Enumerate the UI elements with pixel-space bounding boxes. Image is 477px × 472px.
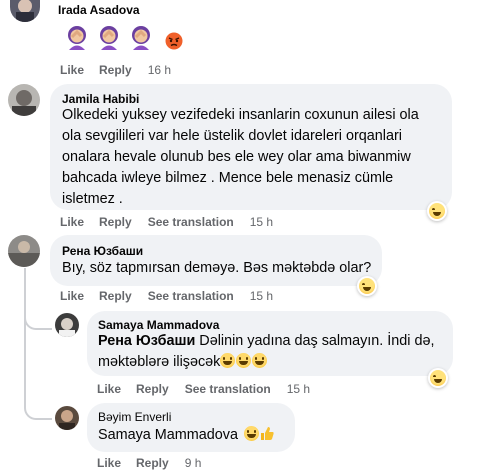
- comment-actions: Like Reply See translation 15 h: [60, 215, 273, 229]
- comment-author[interactable]: Рена Юзбаши: [62, 244, 143, 258]
- timestamp[interactable]: 15 h: [287, 382, 310, 396]
- grinning-face-icon: [220, 353, 236, 368]
- facepalm-woman-icon: [96, 24, 122, 57]
- comment-actions: Like Reply See translation 15 h: [60, 289, 273, 303]
- thread-connector: [24, 362, 52, 420]
- like-button[interactable]: Like: [60, 63, 84, 77]
- comment-author[interactable]: Bəyim Enverli: [98, 410, 171, 424]
- timestamp[interactable]: 15 h: [250, 215, 273, 229]
- comment-text: Рена Юзбаши Dəlinin yadına daş salmayın.…: [98, 331, 435, 373]
- reply-button[interactable]: Reply: [99, 63, 132, 77]
- timestamp[interactable]: 15 h: [250, 289, 273, 303]
- avatar[interactable]: [55, 406, 79, 430]
- comment-text-line: məktəblərə ilişəcək: [98, 354, 221, 370]
- avatar[interactable]: [8, 84, 40, 116]
- timestamp[interactable]: 16 h: [148, 63, 171, 77]
- angry-face-icon: [165, 32, 183, 55]
- reply-button[interactable]: Reply: [136, 456, 169, 470]
- avatar[interactable]: [55, 313, 79, 337]
- grinning-face-icon: [252, 353, 268, 368]
- haha-reaction-icon[interactable]: [427, 201, 447, 221]
- reply-button[interactable]: Reply: [99, 215, 132, 229]
- comment-text: Bıy, söz tapmırsan deməyə. Bəs məktəbdə …: [62, 260, 372, 276]
- comment-actions: Like Reply 9 h: [97, 456, 201, 470]
- reply-button[interactable]: Reply: [136, 382, 169, 396]
- comment-bubble: Samaya Mammadova Рена Юзбаши Dəlinin yad…: [87, 311, 453, 376]
- thread-connector: [24, 310, 52, 330]
- comment-text: Olkedeki yuksey vezifedeki insanlarin co…: [62, 105, 450, 210]
- like-button[interactable]: Like: [60, 289, 84, 303]
- avatar[interactable]: [10, 0, 40, 22]
- like-button[interactable]: Like: [97, 456, 121, 470]
- comment-author[interactable]: Jamila Habibi: [62, 92, 139, 106]
- grinning-face-icon: [243, 426, 259, 441]
- see-translation-link[interactable]: See translation: [148, 215, 234, 229]
- comment-text-line: Dəlinin yadına daş salmayın. İndi də,: [195, 333, 435, 349]
- avatar[interactable]: [8, 235, 40, 267]
- comment-author[interactable]: Irada Asadova: [58, 3, 140, 17]
- like-button[interactable]: Like: [60, 215, 84, 229]
- haha-reaction-icon[interactable]: [428, 368, 448, 388]
- mention-link[interactable]: Samaya Mammadova: [98, 427, 238, 443]
- comment-text-line: bahcada iwleye bilmez . Mence bele menas…: [62, 170, 394, 186]
- comment-bubble: Рена Юзбаши Bıy, söz tapmırsan deməyə. B…: [50, 235, 382, 286]
- reply-button[interactable]: Reply: [99, 289, 132, 303]
- comment-actions: Like Reply 16 h: [60, 63, 171, 77]
- comment-text-line: onalara hevale olunub bes ele wey olar a…: [62, 149, 411, 165]
- comment-bubble: Bəyim Enverli Samaya Mammadova: [87, 403, 295, 452]
- mention-link[interactable]: Рена Юзбаши: [98, 333, 195, 349]
- comment-bubble: Jamila Habibi Olkedeki yuksey vezifedeki…: [50, 84, 452, 210]
- comment-text: Samaya Mammadova: [98, 425, 274, 448]
- thread-line: [24, 268, 26, 308]
- like-button[interactable]: Like: [97, 382, 121, 396]
- facepalm-woman-icon: [128, 24, 154, 57]
- see-translation-link[interactable]: See translation: [185, 382, 271, 396]
- haha-reaction-icon[interactable]: [357, 276, 377, 296]
- thumbs-up-icon: [260, 426, 274, 448]
- facepalm-woman-icon: [64, 24, 90, 57]
- see-translation-link[interactable]: See translation: [148, 289, 234, 303]
- timestamp[interactable]: 9 h: [185, 456, 202, 470]
- comment-text-line: Olkedeki yuksey vezifedeki insanlarin co…: [62, 107, 419, 123]
- comment-text-line: ola sevgilileri var hele üstelik dovlet …: [62, 128, 402, 144]
- grinning-face-icon: [236, 353, 252, 368]
- comment-text-line: isletmez .: [62, 191, 123, 207]
- comment-author[interactable]: Samaya Mammadova: [98, 318, 219, 332]
- comment-actions: Like Reply See translation 15 h: [97, 382, 310, 396]
